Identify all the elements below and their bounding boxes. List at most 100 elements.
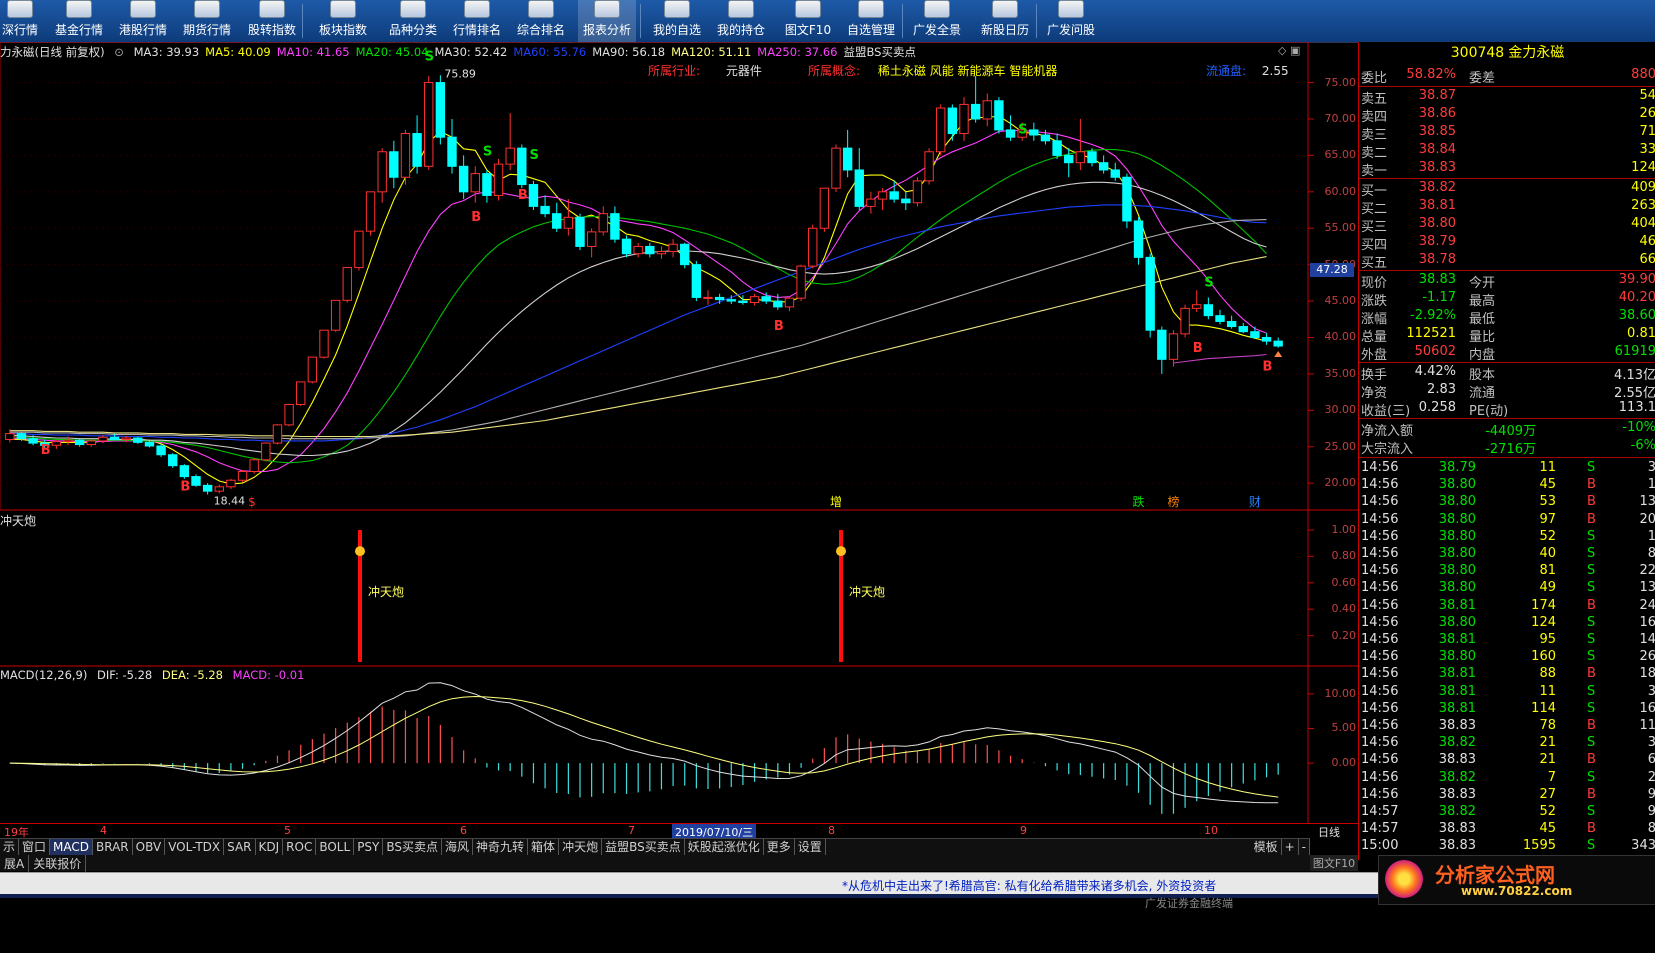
toolbar-item-15[interactable]: 新股日历 [976,0,1034,42]
candle[interactable] [703,290,713,305]
candle[interactable] [924,148,934,185]
candle[interactable] [1226,315,1237,329]
candle[interactable] [412,115,422,174]
candle[interactable] [1029,122,1039,141]
candle[interactable] [86,439,96,447]
indicator-tab[interactable]: 海风 [442,839,474,855]
candle[interactable] [249,458,259,474]
candle[interactable] [517,144,527,189]
toolbar-item-11[interactable]: 我的持仓 [712,0,770,42]
indicator-tab[interactable]: MACD [50,839,94,855]
candle[interactable] [458,155,469,200]
candle[interactable] [1122,173,1132,229]
period-label[interactable]: 日线 [1318,824,1340,840]
candle[interactable] [1075,118,1086,170]
candle[interactable] [586,228,597,258]
candle[interactable] [528,180,539,211]
candle[interactable] [74,437,85,447]
candle[interactable] [1238,322,1248,334]
candle[interactable] [691,261,702,302]
candle[interactable] [831,144,841,192]
candle[interactable] [1098,155,1109,174]
rocket-signal[interactable]: 冲天炮 [836,530,885,662]
candle[interactable] [773,293,783,310]
f10-button[interactable]: 图文F10 [1310,855,1358,871]
candle[interactable] [819,187,830,232]
indicator-tab[interactable]: BOLL [316,839,355,855]
toolbar-item-0[interactable]: 深行情 [0,0,40,42]
candle[interactable] [482,169,492,203]
candle[interactable] [389,140,399,189]
candle[interactable] [505,113,515,170]
indicator-tab[interactable]: BS买卖点 [383,839,443,855]
candle[interactable] [1250,326,1260,339]
candle[interactable] [552,202,562,232]
indicator-tab[interactable]: 冲天炮 [559,839,603,855]
candle[interactable] [179,464,190,479]
candle[interactable] [365,191,376,236]
candle[interactable] [400,129,411,185]
template-button[interactable]: + [1282,839,1299,855]
candle[interactable] [877,188,888,211]
toolbar-item-2[interactable]: 港股行情 [114,0,172,42]
candle[interactable] [133,436,143,444]
candle[interactable] [866,191,876,214]
candle[interactable] [854,148,864,211]
candle[interactable] [936,104,946,156]
candle[interactable] [435,75,446,145]
candle[interactable] [575,213,585,251]
candle[interactable] [1133,217,1144,265]
candle[interactable] [1215,309,1225,325]
candle[interactable] [226,478,236,489]
indicator-tab[interactable]: 窗口 [19,839,51,855]
toolbar-item-8[interactable]: 综合排名 [512,0,570,42]
indicator-tab[interactable]: VOL-TDX [165,839,225,855]
tab-partial[interactable]: 示 [0,839,20,855]
bottom-row2-tab[interactable]: 关联报价 [29,855,87,872]
candle[interactable] [901,191,911,211]
candle[interactable] [1261,333,1272,345]
candle[interactable] [424,76,434,170]
candle[interactable] [1192,290,1202,312]
candle[interactable] [1064,148,1074,178]
candle[interactable] [598,206,608,236]
toolbar-item-5[interactable]: 板块指数 [312,0,374,42]
indicator-tab[interactable]: 更多 [764,839,795,855]
candle[interactable] [168,453,178,468]
toolbar-item-7[interactable]: 行情排名 [448,0,506,42]
indicator-tab[interactable]: 妖股起涨优化 [685,839,764,855]
toolbar-item-16[interactable]: 广发问股 [1040,0,1102,42]
candle[interactable] [237,470,248,483]
indicator-tab[interactable]: 益盟BS买卖点 [602,839,685,855]
candle[interactable] [749,293,760,306]
indicator-tab[interactable]: 设置 [795,839,826,855]
candle[interactable] [668,239,678,258]
candle[interactable] [1052,133,1062,160]
candle[interactable] [563,199,574,236]
template-button[interactable]: - [1299,839,1310,855]
candle[interactable] [912,177,923,207]
candle[interactable] [633,242,643,258]
toolbar-item-3[interactable]: 期货行情 [178,0,236,42]
candle[interactable] [272,424,283,445]
rocket-signal[interactable]: 冲天炮 [355,530,404,662]
indicator-tab[interactable]: OBV [133,839,166,855]
candle[interactable] [296,381,306,406]
candle[interactable] [645,242,655,258]
candle[interactable] [191,474,201,487]
toolbar-item-1[interactable]: 基金行情 [50,0,108,42]
candle[interactable] [156,443,166,457]
toolbar-item-9[interactable]: 报表分析 [578,0,636,42]
candle[interactable] [784,296,795,312]
indicator-tab[interactable]: ROC [283,839,317,855]
candle[interactable] [261,442,271,462]
candle[interactable] [1157,326,1167,374]
candle[interactable] [1180,304,1190,338]
candle[interactable] [1110,162,1120,181]
indicator-tab[interactable]: KDJ [256,839,284,855]
indicator-tab[interactable]: 神奇九转 [473,839,529,855]
candle[interactable] [1203,297,1214,320]
candle[interactable] [307,356,318,384]
chart-area[interactable]: 75.8918.44BBSBSBSBSBSB$ 增跌榜财 冲天炮 冲天炮 [0,42,1358,838]
candle[interactable] [284,403,294,427]
